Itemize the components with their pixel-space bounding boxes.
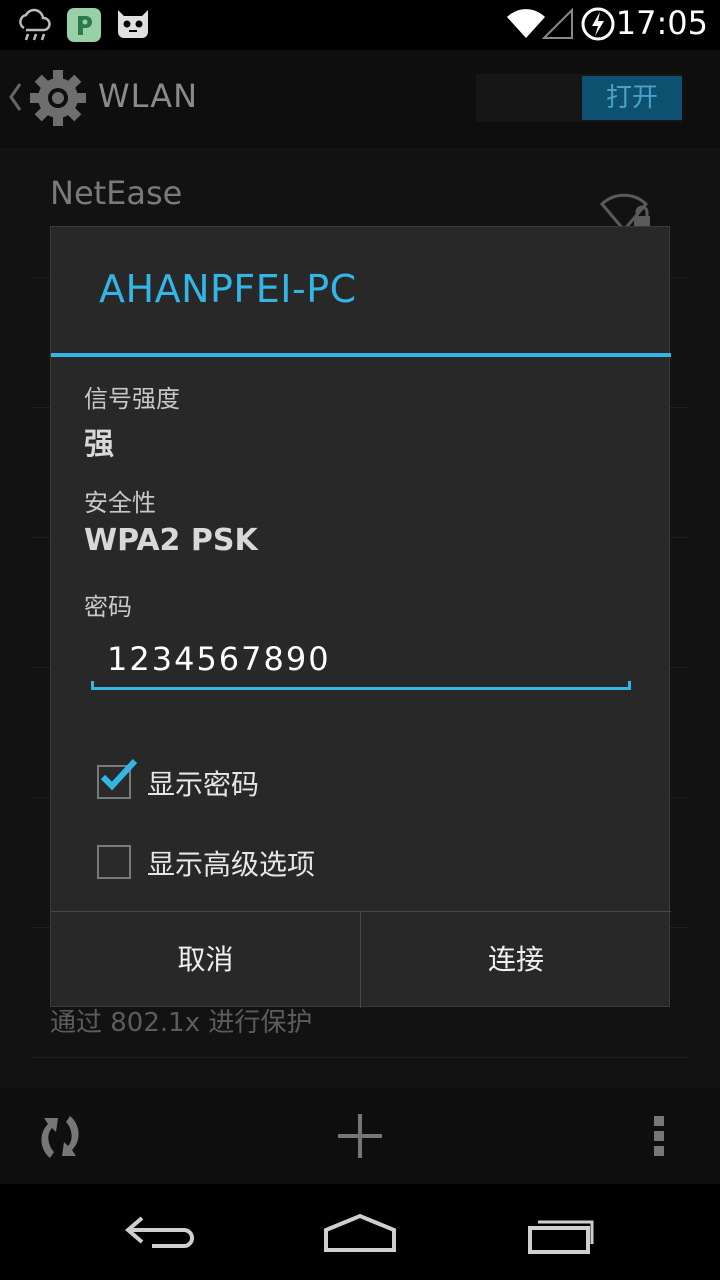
- password-input[interactable]: [91, 629, 631, 689]
- pushbullet-app-icon: [66, 7, 102, 47]
- dialog-title: AHANPFEI-PC: [99, 267, 357, 311]
- home-icon[interactable]: [322, 1212, 398, 1258]
- page-title: WLAN: [98, 77, 199, 115]
- wps-icon[interactable]: [32, 1110, 88, 1168]
- bottom-action-bar: [0, 1088, 720, 1184]
- network-name: NetEase: [50, 174, 183, 212]
- security-label: 安全性: [84, 489, 156, 517]
- weather-cloud-rain-icon: [16, 8, 54, 48]
- checkbox-box[interactable]: [97, 845, 131, 879]
- clock-time: 17:05: [615, 4, 708, 42]
- security-value: WPA2 PSK: [84, 523, 258, 558]
- battery-charging-icon: [580, 6, 616, 46]
- cancel-button[interactable]: 取消: [51, 912, 360, 1008]
- status-bar: 17:05: [0, 0, 720, 50]
- cell-signal-icon: [541, 7, 574, 44]
- connect-button[interactable]: 连接: [361, 912, 671, 1008]
- dialog-button-bar: 取消 连接: [51, 911, 671, 1008]
- signal-strength-value: 强: [84, 427, 114, 462]
- add-network-icon[interactable]: [336, 1112, 384, 1164]
- wifi-connect-dialog: AHANPFEI-PC 信号强度 强 安全性 WPA2 PSK 密码 显示密码 …: [50, 226, 671, 1008]
- title-divider: [51, 353, 671, 357]
- password-underline: [91, 681, 631, 690]
- navigation-bar: [0, 1184, 720, 1280]
- show-password-label: 显示密码: [147, 768, 260, 801]
- settings-gear-icon[interactable]: [26, 66, 90, 134]
- back-chevron-icon[interactable]: [8, 82, 22, 116]
- cyanogenmod-mascot-icon: [114, 6, 152, 46]
- action-bar: WLAN 打开: [0, 50, 720, 148]
- back-icon[interactable]: [124, 1214, 196, 1258]
- checkmark-icon: [99, 755, 139, 799]
- signal-strength-label: 信号强度: [84, 385, 180, 413]
- password-label: 密码: [84, 593, 132, 621]
- overflow-menu-icon[interactable]: [652, 1114, 666, 1162]
- recent-apps-icon[interactable]: [526, 1216, 598, 1260]
- wifi-signal-icon: [506, 8, 546, 44]
- wifi-toggle-on[interactable]: 打开: [582, 76, 682, 120]
- show-advanced-label: 显示高级选项: [147, 848, 316, 881]
